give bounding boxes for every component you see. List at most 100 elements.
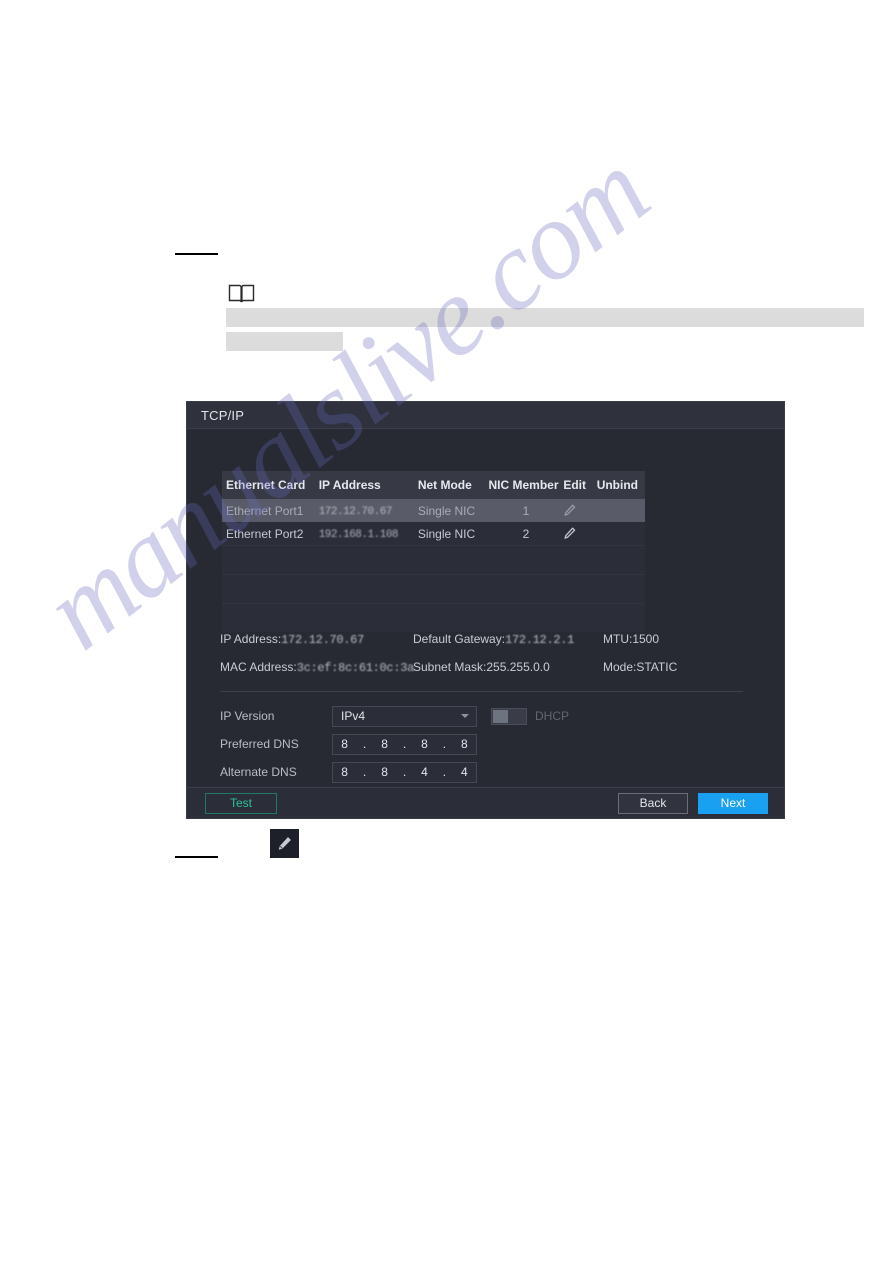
ip-version-label: IP Version	[220, 709, 275, 723]
dialog-footer: Test Back Next	[187, 787, 784, 818]
alternate-dns-label: Alternate DNS	[220, 765, 297, 779]
redacted-heading-rule-bottom	[175, 856, 218, 858]
empty-cell	[222, 545, 645, 575]
dns-dot: .	[442, 737, 447, 751]
dhcp-label: DHCP	[535, 709, 570, 723]
ip-address-masked: 192.168.1.108	[318, 529, 399, 541]
network-info-summary: IP Address:172.12.70.67 Default Gateway:…	[220, 632, 740, 688]
empty-cell	[222, 603, 645, 632]
cell-net-mode: Single NIC	[417, 526, 476, 541]
column-header-ethernet-card[interactable]: Ethernet Card	[222, 471, 319, 499]
alternate-dns-input[interactable]: 8 . 8 . 4 . 4	[332, 761, 477, 783]
info-row-1: IP Address:172.12.70.67 Default Gateway:…	[220, 632, 740, 647]
chevron-down-icon	[461, 714, 469, 718]
table-header: Ethernet Card IP Address Net Mode NIC Me…	[222, 471, 645, 499]
cell-unbind[interactable]	[597, 522, 645, 546]
info-mac-address: MAC Address:3c:ef:8c:61:0c:3a	[220, 660, 415, 675]
ethernet-card-table: Ethernet Card IP Address Net Mode NIC Me…	[222, 471, 645, 632]
cell-ip-address: 192.168.1.108	[319, 522, 418, 546]
alternate-dns-octet-2: 8	[381, 765, 388, 779]
info-ip-address-value: 172.12.70.67	[281, 633, 364, 647]
preferred-dns-octet-2: 8	[381, 737, 388, 751]
column-header-edit[interactable]: Edit	[563, 471, 597, 499]
info-ip-address: IP Address:172.12.70.67	[220, 632, 413, 647]
section-divider	[220, 691, 743, 692]
cell-ethernet-card: Ethernet Port1	[222, 499, 319, 522]
book-icon	[228, 283, 255, 305]
dhcp-toggle-group: DHCP	[491, 707, 570, 725]
column-header-unbind[interactable]: Unbind	[596, 471, 645, 499]
dialog-body: Ethernet Card IP Address Net Mode NIC Me…	[187, 429, 784, 811]
form-row-preferred-dns: Preferred DNS 8 . 8 . 8 . 8	[220, 733, 569, 755]
info-mode-label: Mode:	[603, 660, 637, 674]
column-header-ip-address[interactable]: IP Address	[318, 471, 418, 499]
test-button[interactable]: Test	[205, 792, 277, 814]
preferred-dns-octet-1: 8	[341, 737, 348, 751]
form-row-alternate-dns: Alternate DNS 8 . 8 . 4 . 4	[220, 761, 569, 783]
dns-dot: .	[402, 765, 407, 779]
info-row-2: MAC Address:3c:ef:8c:61:0c:3a Subnet Mas…	[220, 660, 740, 675]
info-mac-address-value: 3c:ef:8c:61:0c:3a	[296, 661, 415, 675]
table-empty-row	[222, 574, 645, 604]
table-empty-row	[222, 545, 645, 575]
info-mode-value: STATIC	[636, 660, 678, 674]
preferred-dns-octet-4: 8	[461, 737, 468, 751]
cell-ip-address: 172.12.70.67	[318, 499, 418, 522]
cell-nic-member: 1	[488, 499, 564, 522]
dhcp-toggle[interactable]	[491, 707, 527, 725]
info-mode: Mode:STATIC	[603, 660, 723, 675]
back-button[interactable]: Back	[618, 792, 688, 814]
ip-version-value: IPv4	[341, 709, 366, 723]
cell-unbind[interactable]	[596, 499, 645, 522]
ip-version-select[interactable]: IPv4	[332, 705, 477, 727]
info-subnet-mask: Subnet Mask:255.255.0.0	[413, 660, 603, 675]
empty-cell	[222, 574, 645, 604]
pencil-icon	[278, 837, 291, 850]
info-ip-address-label: IP Address:	[220, 632, 282, 646]
ip-address-masked: 172.12.70.67	[318, 506, 393, 518]
dns-dot: .	[362, 737, 367, 751]
info-mtu: MTU:1500	[603, 632, 723, 647]
cell-nic-member: 2	[522, 526, 530, 541]
cell-net-mode: Single NIC	[417, 499, 489, 522]
column-header-net-mode[interactable]: Net Mode	[417, 471, 489, 499]
table-row[interactable]: Ethernet Port1 172.12.70.67 Single NIC 1	[222, 499, 645, 522]
edit-row-button[interactable]	[563, 499, 597, 522]
dialog-title: TCP/IP	[201, 407, 245, 423]
info-mtu-value: 1500	[632, 632, 660, 646]
preferred-dns-label: Preferred DNS	[220, 737, 299, 751]
preferred-dns-octet-3: 8	[421, 737, 428, 751]
redacted-note-line-2	[226, 332, 343, 351]
dialog-titlebar: TCP/IP	[187, 402, 784, 429]
edit-row-button[interactable]	[563, 522, 596, 546]
table-row[interactable]: Ethernet Port2 192.168.1.108 Single NIC …	[222, 522, 645, 546]
next-button[interactable]: Next	[698, 792, 768, 814]
dhcp-toggle-knob	[493, 709, 508, 723]
info-subnet-mask-label: Subnet Mask:	[413, 660, 487, 674]
form-row-ip-version: IP Version IPv4 DHCP	[220, 705, 569, 727]
table-body: Ethernet Port1 172.12.70.67 Single NIC 1…	[222, 499, 645, 632]
column-header-nic-member[interactable]: NIC Member	[488, 471, 564, 499]
table-header-row: Ethernet Card IP Address Net Mode NIC Me…	[222, 471, 645, 499]
info-subnet-mask-value: 255.255.0.0	[486, 660, 550, 674]
alternate-dns-octet-4: 4	[461, 765, 468, 779]
redacted-heading-rule-top	[175, 253, 218, 255]
inline-pencil-icon-chip	[270, 829, 299, 858]
pencil-icon	[564, 504, 576, 516]
alternate-dns-octet-1: 8	[341, 765, 348, 779]
cell-ethernet-card: Ethernet Port2	[226, 526, 304, 541]
dns-dot: .	[402, 737, 407, 751]
alternate-dns-octet-3: 4	[421, 765, 428, 779]
info-default-gateway: Default Gateway:172.12.2.1	[413, 632, 603, 647]
info-default-gateway-value: 172.12.2.1	[505, 633, 575, 647]
dns-dot: .	[442, 765, 447, 779]
preferred-dns-input[interactable]: 8 . 8 . 8 . 8	[332, 733, 477, 755]
info-mac-address-label: MAC Address:	[220, 660, 297, 674]
tcpip-dialog: TCP/IP Ethernet Card IP Address Net Mode…	[187, 402, 784, 818]
info-default-gateway-label: Default Gateway:	[413, 632, 506, 646]
redacted-note-line-1	[226, 308, 864, 327]
dns-dot: .	[362, 765, 367, 779]
info-mtu-label: MTU:	[603, 632, 633, 646]
table-empty-row	[222, 603, 645, 632]
pencil-icon	[564, 527, 576, 539]
